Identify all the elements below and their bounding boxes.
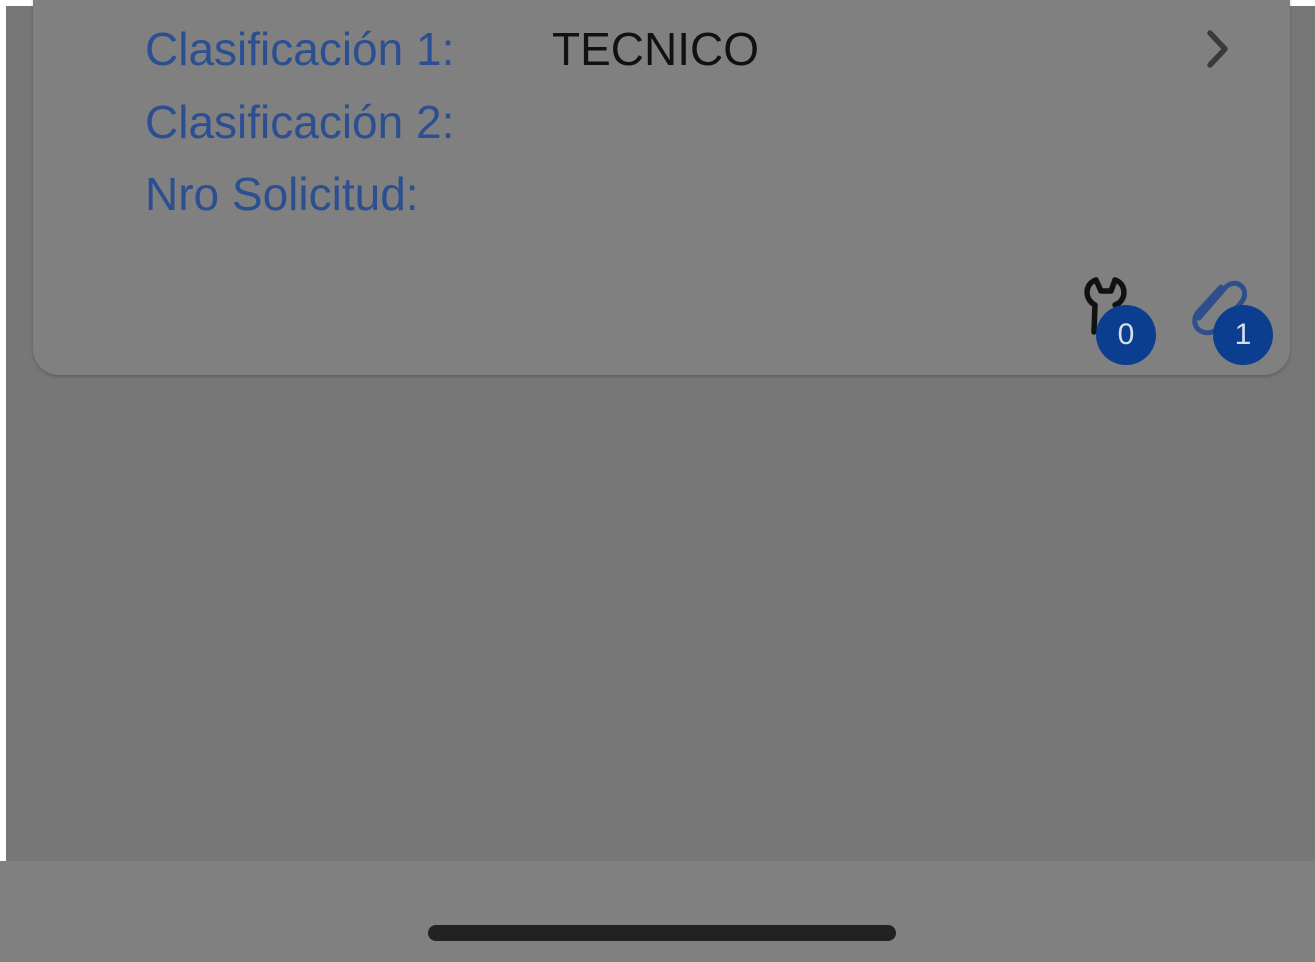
attachments-counter[interactable]: 1 (1185, 270, 1273, 365)
services-count-badge: 0 (1096, 305, 1156, 365)
screen-edge (0, 0, 6, 962)
chevron-right-icon[interactable] (1201, 26, 1235, 72)
nro-solicitud-label: Nro Solicitud: (145, 168, 419, 220)
clasificacion-1-label: Clasificación 1: (145, 23, 455, 75)
details-card[interactable]: Clasificación 1: TECNICO Clasificación 2… (33, 0, 1290, 375)
attachments-count-badge: 1 (1213, 305, 1273, 365)
bottom-bar (0, 861, 1315, 962)
clasificacion-1-value: TECNICO (552, 23, 759, 75)
services-counter[interactable]: 0 (1073, 270, 1156, 365)
home-indicator[interactable] (428, 925, 896, 941)
clasificacion-2-label: Clasificación 2: (145, 96, 455, 148)
